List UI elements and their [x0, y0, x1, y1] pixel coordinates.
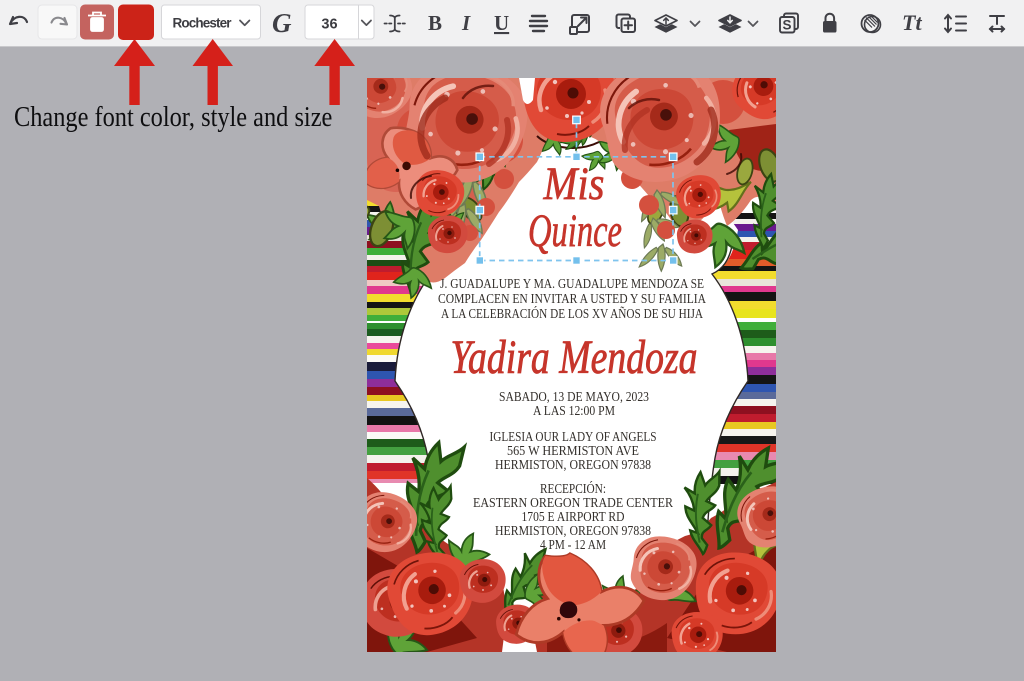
svg-text:A LA CELEBRACIÓN DE LOS XV AÑO: A LA CELEBRACIÓN DE LOS XV AÑOS DE SU HI…: [441, 305, 704, 322]
svg-text:Quince: Quince: [528, 205, 622, 257]
svg-text:J. GUADALUPE Y MA. GUADALUPE M: J. GUADALUPE Y MA. GUADALUPE MENDOZA SE: [440, 277, 704, 292]
svg-text:36: 36: [321, 17, 337, 33]
svg-text:HERMISTON, OREGON 97838: HERMISTON, OREGON 97838: [495, 458, 651, 473]
svg-text:EASTERN OREGON TRADE CENTER: EASTERN OREGON TRADE CENTER: [473, 496, 674, 511]
svg-text:HERMISTON, OREGON 97838: HERMISTON, OREGON 97838: [495, 524, 651, 539]
svg-text:4 PM - 12 AM: 4 PM - 12 AM: [540, 538, 606, 553]
svg-text:SABADO, 13 DE MAYO, 2023: SABADO, 13 DE MAYO, 2023: [499, 390, 649, 405]
svg-text:I: I: [461, 11, 471, 35]
svg-text:Tt: Tt: [902, 10, 922, 35]
svg-text:Mis: Mis: [543, 158, 605, 210]
svg-text:1705 E AIRPORT RD: 1705 E AIRPORT RD: [522, 510, 625, 525]
svg-text:RECEPCIÓN:: RECEPCIÓN:: [540, 480, 606, 497]
svg-text:U: U: [494, 11, 509, 35]
svg-text:Yadira Mendoza: Yadira Mendoza: [451, 331, 698, 384]
svg-text:COMPLACEN EN INVITAR A USTED Y: COMPLACEN EN INVITAR A USTED Y SU FAMILI…: [438, 292, 707, 307]
svg-text:G: G: [272, 8, 292, 38]
svg-text:IGLESIA OUR LADY OF ANGELS: IGLESIA OUR LADY OF ANGELS: [490, 430, 657, 445]
svg-text:S: S: [782, 18, 791, 33]
svg-text:B: B: [428, 11, 442, 35]
svg-text:565 W HERMISTON AVE: 565 W HERMISTON AVE: [507, 444, 639, 459]
svg-text:A LAS 12:00 PM: A LAS 12:00 PM: [533, 404, 615, 419]
svg-text:Rochester: Rochester: [173, 16, 233, 31]
